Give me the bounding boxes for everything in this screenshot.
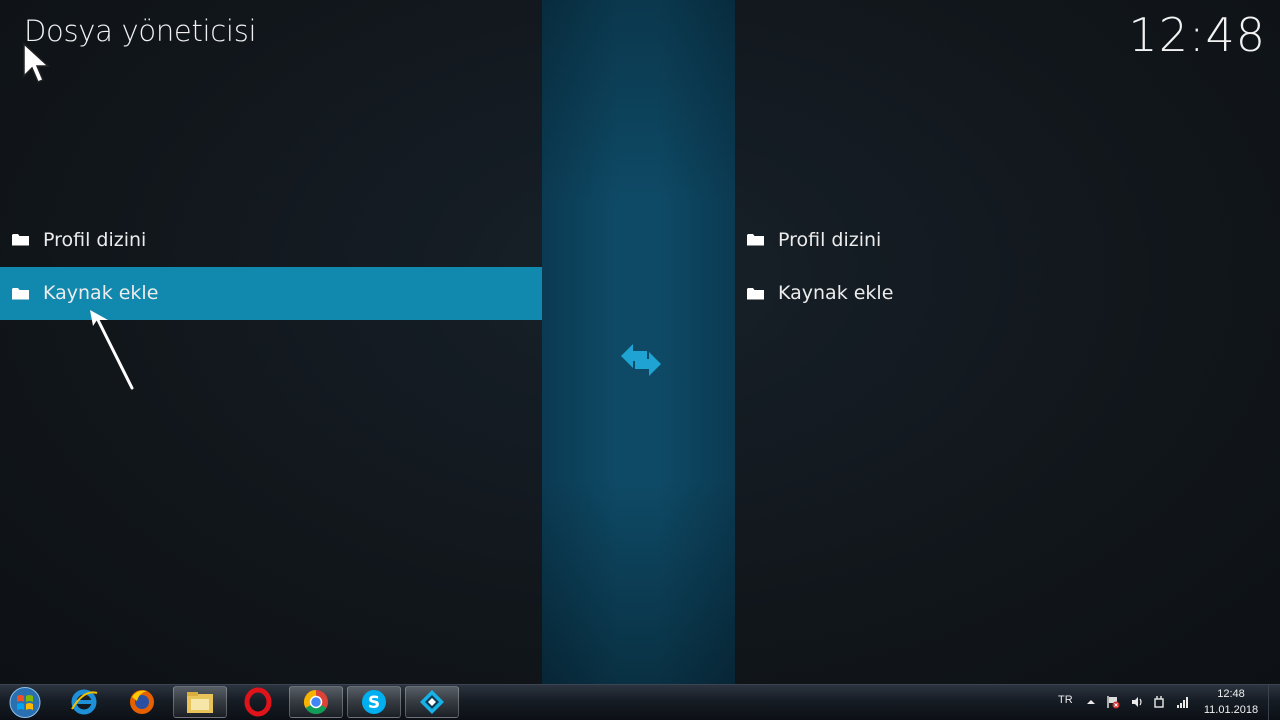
left-pane: Profil dizini Kaynak ekle xyxy=(0,213,542,320)
folder-icon xyxy=(747,287,764,300)
swap-arrows-icon[interactable] xyxy=(617,340,665,380)
power-plug-icon[interactable] xyxy=(1152,695,1166,709)
tray-date[interactable]: 11.01.2018 xyxy=(1200,704,1262,716)
action-center-flag-icon[interactable] xyxy=(1106,695,1120,709)
item-label: Profil dizini xyxy=(778,228,882,251)
show-desktop-button[interactable] xyxy=(1268,685,1280,720)
item-label: Kaynak ekle xyxy=(778,282,894,305)
right-item-profile-dir[interactable]: Profil dizini xyxy=(735,213,1280,267)
folder-icon xyxy=(747,234,764,246)
system-tray: TR 12:48 11.01.2018 xyxy=(0,685,1280,720)
tray-time[interactable]: 12:48 xyxy=(1208,688,1254,700)
left-item-add-source[interactable]: Kaynak ekle xyxy=(0,266,542,320)
kodi-file-manager: Dosya yöneticisi 12:48 Profil dizini Kay… xyxy=(0,0,1280,684)
windows-taskbar: S TR 12:48 11.01.2018 xyxy=(0,684,1280,720)
mouse-cursor-icon xyxy=(23,42,50,83)
clock: 12:48 xyxy=(1128,8,1266,62)
right-pane: Profil dizini Kaynak ekle xyxy=(735,213,1280,320)
annotation-arrow-icon xyxy=(90,310,134,390)
language-indicator[interactable]: TR xyxy=(1058,694,1073,706)
page-title: Dosya yöneticisi xyxy=(24,14,257,48)
volume-icon[interactable] xyxy=(1130,695,1144,709)
folder-icon xyxy=(12,287,29,300)
chevron-up-icon[interactable] xyxy=(1084,695,1098,709)
left-item-profile-dir[interactable]: Profil dizini xyxy=(0,213,542,267)
item-label: Kaynak ekle xyxy=(43,282,159,305)
item-label: Profil dizini xyxy=(43,228,147,251)
folder-icon xyxy=(12,234,29,246)
network-signal-icon[interactable] xyxy=(1176,695,1190,709)
right-item-add-source[interactable]: Kaynak ekle xyxy=(735,267,1280,321)
